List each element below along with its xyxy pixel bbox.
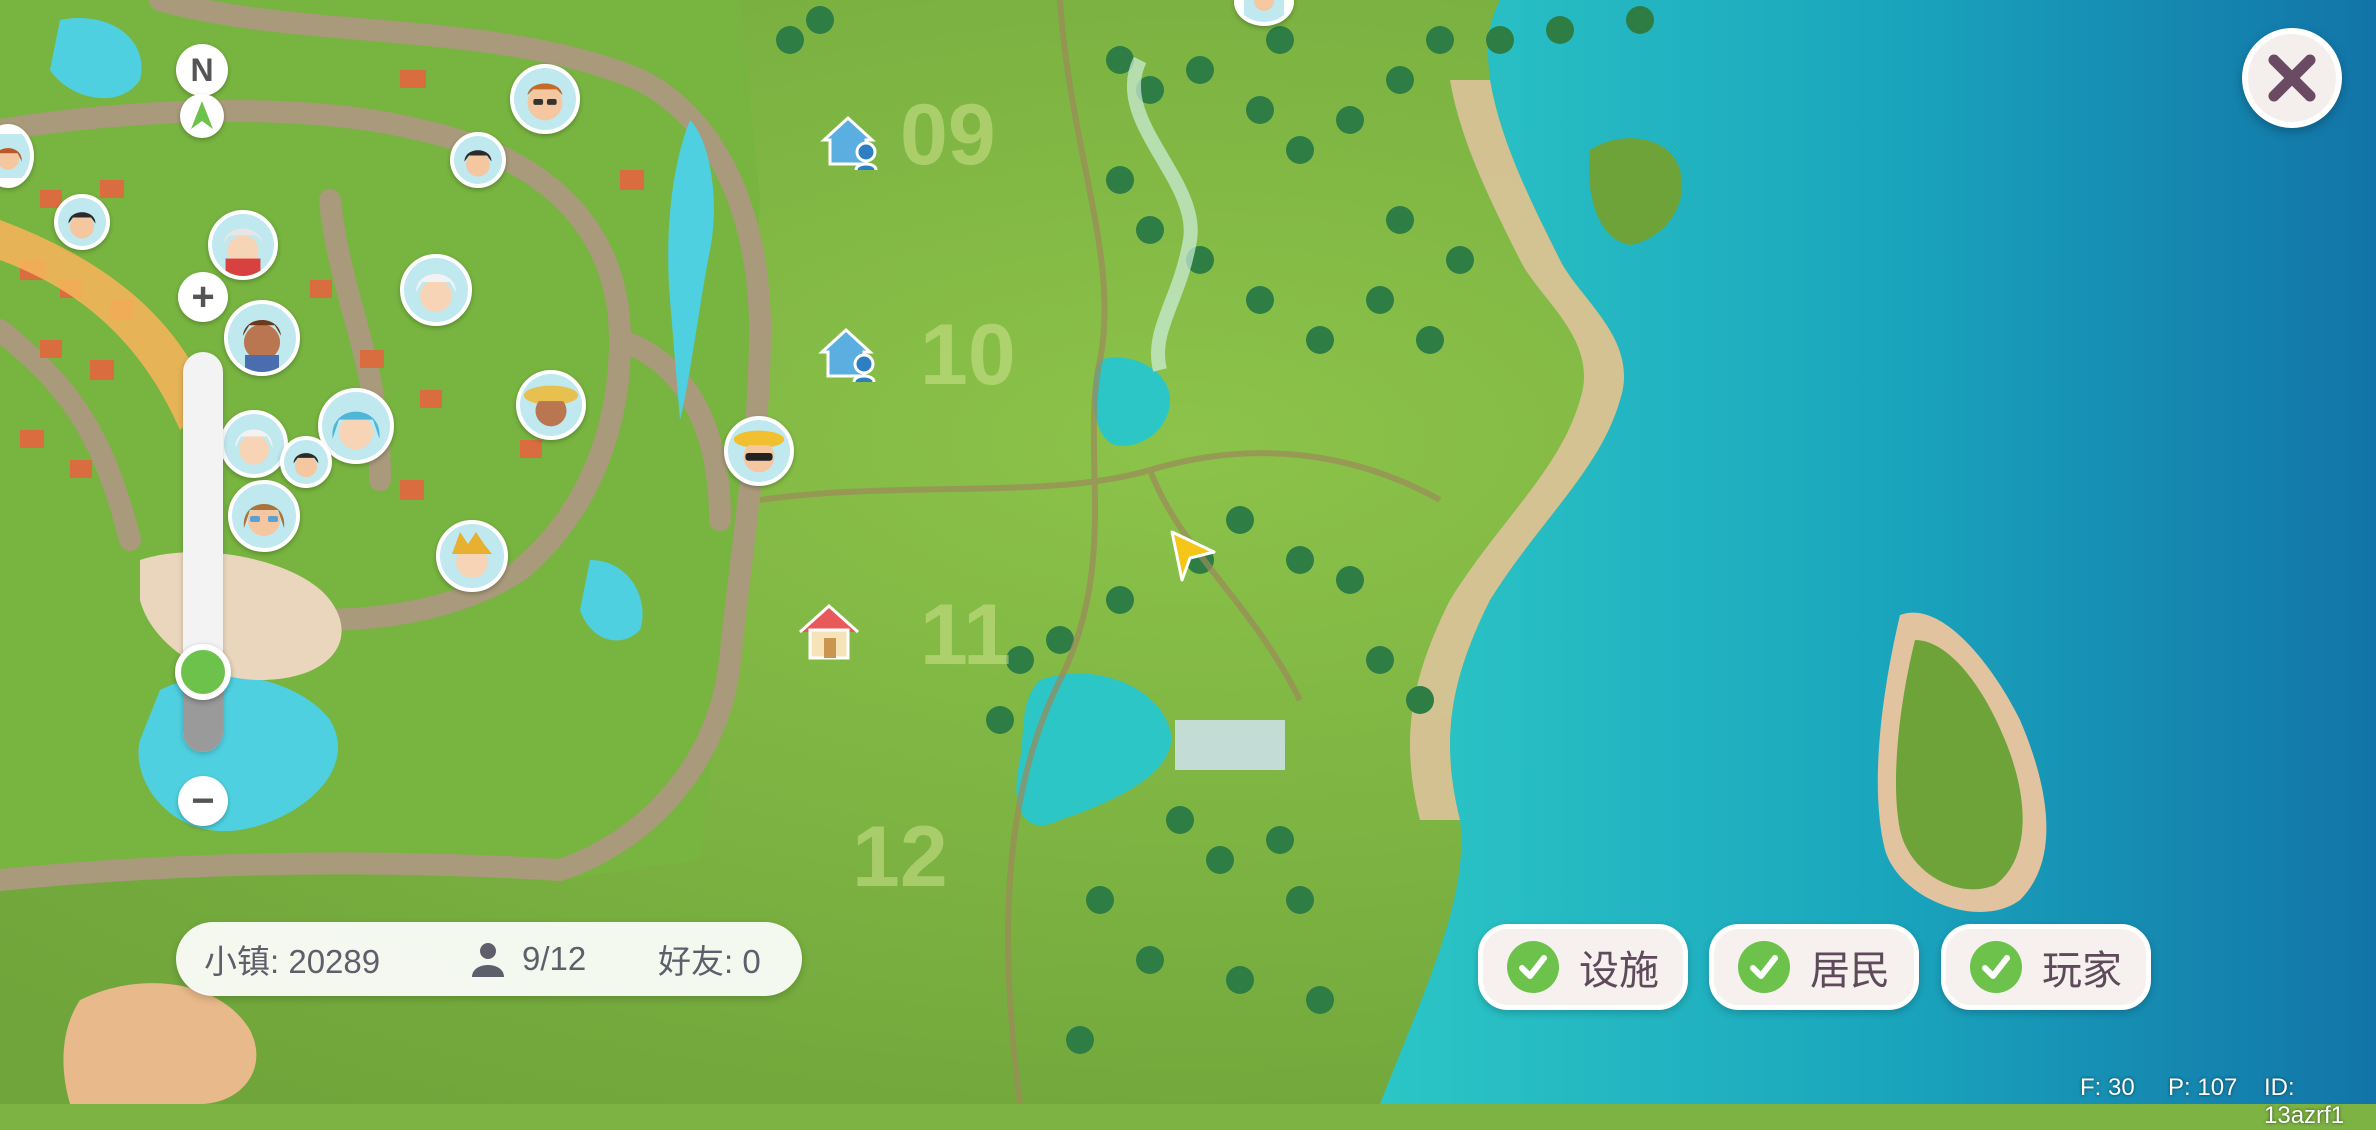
checkmark-icon <box>1507 941 1559 993</box>
filter-players-toggle[interactable]: 玩家 <box>1941 924 2151 1010</box>
resident-home-icon[interactable] <box>816 322 882 384</box>
player-location-marker <box>1170 530 1216 582</box>
checkmark-icon <box>1970 941 2022 993</box>
resident-avatar[interactable] <box>280 436 332 488</box>
friends-count: 好友: 0 <box>658 943 761 980</box>
zoom-out-button[interactable]: − <box>178 776 228 826</box>
plot-number-11: 11 <box>920 587 1011 683</box>
resident-avatar[interactable] <box>208 210 278 280</box>
my-home-icon[interactable] <box>796 600 862 662</box>
filter-residents-toggle[interactable]: 居民 <box>1709 924 1919 1010</box>
checkmark-icon <box>1738 941 1790 993</box>
resident-avatar[interactable] <box>400 254 472 326</box>
resident-avatar[interactable] <box>510 64 580 134</box>
compass-needle-icon <box>180 94 224 138</box>
close-map-button[interactable] <box>2242 28 2342 128</box>
filter-players-label: 玩家 <box>2042 949 2122 993</box>
town-id-label: 小镇: 20289 <box>204 943 381 980</box>
plot-number-12: 12 <box>852 809 948 905</box>
resident-home-icon[interactable] <box>818 110 884 172</box>
zoom-slider[interactable] <box>175 352 231 752</box>
debug-ping: P: 107 <box>2168 1074 2238 1101</box>
resident-avatar[interactable] <box>450 132 506 188</box>
zoom-slider-handle[interactable] <box>175 644 231 700</box>
filter-residents-label: 居民 <box>1810 949 1890 993</box>
plot-number-09: 09 <box>900 87 996 183</box>
resident-avatar[interactable] <box>516 370 586 440</box>
player-avatar[interactable] <box>724 416 794 486</box>
compass[interactable]: N <box>176 44 228 144</box>
population-value: 9/12 <box>522 940 587 977</box>
resident-avatar[interactable] <box>436 520 508 592</box>
filter-facilities-toggle[interactable]: 设施 <box>1478 924 1688 1010</box>
filter-facilities-label: 设施 <box>1579 949 1659 993</box>
debug-fps: F: 30 <box>2080 1074 2135 1101</box>
compass-north-label: N <box>176 44 228 96</box>
population-counter: 9/12 <box>470 940 628 978</box>
zoom-in-button[interactable]: + <box>178 272 228 322</box>
debug-id: ID: 13azrf1 <box>2264 1074 2345 1129</box>
close-icon <box>2268 54 2316 102</box>
town-info-bar: 小镇: 20289 9/12 好友: 0 <box>176 922 802 996</box>
resident-avatar[interactable] <box>224 300 300 376</box>
resident-avatar[interactable] <box>54 194 110 250</box>
plot-number-10: 10 <box>920 307 1016 403</box>
resident-avatar[interactable] <box>220 410 288 478</box>
person-icon <box>472 943 504 977</box>
resident-avatar[interactable] <box>228 480 300 552</box>
